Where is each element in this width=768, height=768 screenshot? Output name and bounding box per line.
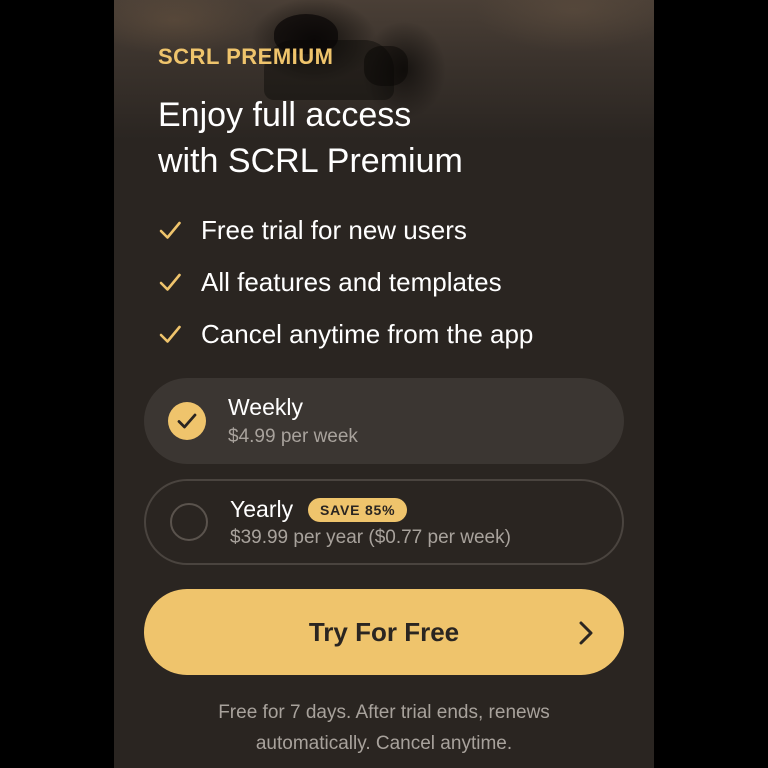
check-icon	[177, 413, 197, 429]
feature-item: Free trial for new users	[158, 204, 638, 256]
save-badge: SAVE 85%	[308, 498, 408, 522]
disclaimer-line-1: Free for 7 days. After trial ends, renew…	[218, 702, 550, 723]
plan-name: Weekly	[228, 394, 303, 420]
plan-option-weekly[interactable]: Weekly $4.99 per week	[144, 378, 624, 464]
paywall-screen: SCRL PREMIUM Enjoy full access with SCRL…	[114, 0, 654, 768]
premium-kicker: SCRL PREMIUM	[158, 44, 334, 69]
plan-radio-selected[interactable]	[168, 402, 206, 440]
check-icon	[159, 221, 181, 239]
title-line-2: with SCRL Premium	[158, 142, 463, 180]
plan-option-yearly[interactable]: Yearly SAVE 85% $39.99 per year ($0.77 p…	[144, 479, 624, 565]
cta-label: Try For Free	[308, 617, 460, 647]
plan-price: $4.99 per week	[228, 426, 358, 447]
plan-price: $39.99 per year ($0.77 per week)	[230, 527, 511, 548]
feature-label: All features and templates	[201, 266, 502, 297]
disclaimer-line-2: automatically. Cancel anytime.	[255, 733, 513, 754]
feature-label: Cancel anytime from the app	[201, 318, 534, 349]
feature-list: Free trial for new users All features an…	[158, 204, 638, 360]
check-icon	[159, 325, 181, 343]
check-icon	[159, 273, 181, 291]
plan-name: Yearly	[230, 496, 294, 522]
hero-photo-figure-hand	[364, 46, 408, 86]
trial-disclaimer: Free for 7 days. After trial ends, renew…	[154, 697, 614, 759]
feature-label: Free trial for new users	[201, 214, 467, 245]
feature-item: Cancel anytime from the app	[158, 308, 638, 360]
plan-radio-unselected[interactable]	[170, 503, 208, 541]
chevron-right-icon	[579, 621, 593, 645]
feature-item: All features and templates	[158, 256, 638, 308]
try-for-free-button[interactable]: Try For Free	[144, 589, 624, 675]
title-line-1: Enjoy full access	[158, 96, 412, 134]
page-title: Enjoy full access with SCRL Premium	[158, 92, 618, 184]
